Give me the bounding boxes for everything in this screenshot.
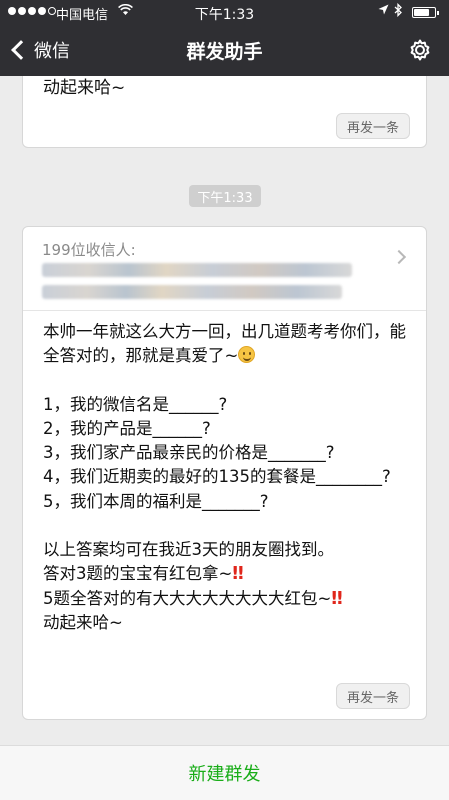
double-exclamation-icon: ‼ [232,563,243,585]
location-arrow-icon [378,4,389,18]
message-line: 5，我们本周的福利是_______? [43,491,269,511]
chevron-left-icon [11,40,31,60]
resend-button[interactable]: 再发一条 [335,113,410,139]
nav-bar: 微信 群发助手 [0,28,449,72]
smile-emoji-icon [238,346,256,364]
new-broadcast-button[interactable]: 新建群发 [169,752,281,794]
time-divider: 下午1:33 [189,185,261,207]
top-bar: 中国电信 下午1:33 微信 群发助手 [0,0,449,76]
gear-icon [410,39,430,61]
recipients-names-blurred [42,285,342,299]
back-label: 微信 [34,41,70,62]
back-button[interactable]: 微信 [8,34,70,66]
resend-button[interactable]: 再发一条 [335,683,410,709]
message-line: 动起来哈~ [43,612,123,632]
message-tail-text: 动起来哈~ [43,78,126,98]
message-line: 答对3题的宝宝有红包拿~‼ [43,563,244,585]
double-exclamation-icon: ‼ [331,587,342,609]
message-line: 以上答案均可在我近3天的朋友圈找到。 [43,540,334,560]
message-card: 199位收信人: 本帅一年就这么大方一回，出几道题考考你们，能全答对的，那就是真… [22,226,427,720]
message-line: 4，我们近期卖的最好的135的套餐是________? [43,467,391,487]
bottom-bar: 新建群发 [0,745,449,800]
message-line: 本帅一年就这么大方一回，出几道题考考你们，能全答对的，那就是真爱了~ [43,322,406,366]
recipients-names-blurred [42,263,352,277]
recipients-count-label: 199位收信人: [42,241,136,259]
message-line: 1，我的微信名是______? [43,394,228,414]
message-line: 3，我们家产品最亲民的价格是_______? [43,443,335,463]
settings-button[interactable] [400,34,440,66]
chevron-right-icon [391,249,407,265]
battery-icon [412,7,439,18]
status-bar: 中国电信 下午1:33 [0,0,449,24]
message-body: 本帅一年就这么大方一回，出几道题考考你们，能全答对的，那就是真爱了~ 1，我的微… [43,320,413,635]
message-line: 5题全答对的有大大大大大大大大红包~‼ [43,587,343,609]
recipients-row[interactable]: 199位收信人: [23,227,426,311]
bluetooth-icon [394,2,403,21]
message-line: 2，我的产品是______? [43,418,211,438]
